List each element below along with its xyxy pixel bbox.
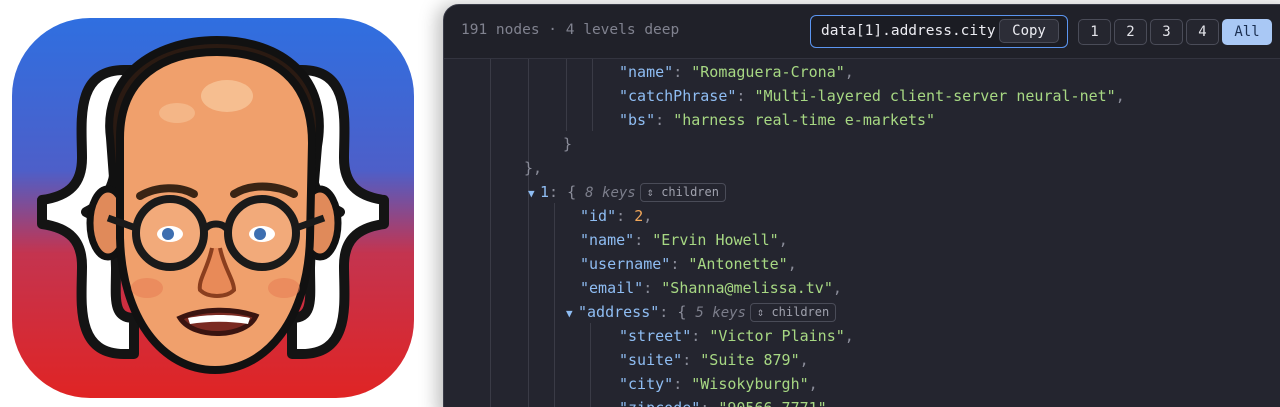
json-key: "id"	[580, 207, 617, 225]
tree-row[interactable]: "name": "Romaguera-Crona",	[619, 60, 854, 84]
json-key: "catchPhrase"	[619, 87, 737, 105]
json-tree: "name": "Romaguera-Crona", "catchPhrase"…	[444, 59, 1280, 407]
tree-row-close: }	[563, 135, 573, 153]
indent-guide	[566, 59, 567, 131]
tree-row[interactable]: "street": "Victor Plains",	[619, 324, 854, 348]
json-string: "harness real-time e-markets"	[673, 111, 936, 129]
children-toggle[interactable]: ⇕ children	[749, 303, 837, 322]
json-string: "90566-7771"	[718, 399, 826, 407]
json-key: "name"	[619, 63, 674, 81]
json-key: "street"	[619, 327, 692, 345]
updown-arrows-icon: ⇕	[646, 185, 662, 199]
tree-row-item-1[interactable]: ▼ 1: { 8 keys ⇕ children	[528, 180, 726, 204]
json-string: "Antonette"	[688, 255, 788, 273]
indent-guide	[490, 59, 491, 407]
tree-row[interactable]: "zipcode": "90566-7771",	[619, 396, 836, 407]
array-index: 1	[540, 183, 550, 201]
json-key: "zipcode"	[619, 399, 700, 407]
json-key: "username"	[580, 255, 671, 273]
indent-guide	[592, 59, 593, 131]
indent-guide	[554, 203, 555, 407]
path-text[interactable]: data[1].address.city	[821, 23, 996, 39]
children-label: children	[661, 185, 719, 199]
json-key: "suite"	[619, 351, 683, 369]
tree-row[interactable]: "id": 2,	[580, 204, 652, 228]
chevron-down-icon[interactable]: ▼	[528, 182, 540, 206]
tree-row-address[interactable]: ▼ "address": { 5 keys ⇕ children	[566, 300, 837, 326]
updown-arrows-icon: ⇕	[756, 305, 772, 319]
json-key: "email"	[580, 279, 644, 297]
level-4-button[interactable]: 4	[1186, 19, 1219, 45]
tree-row[interactable]: "name": "Ervin Howell",	[580, 228, 788, 252]
json-number: 2	[634, 207, 644, 225]
json-key: "bs"	[619, 111, 656, 129]
app-icon	[12, 18, 414, 398]
json-string: "Multi-layered client-server neural-net"	[754, 87, 1116, 105]
tree-row-close: },	[524, 159, 543, 177]
level-all-button[interactable]: All	[1222, 19, 1272, 45]
level-3-button[interactable]: 3	[1150, 19, 1183, 45]
json-string: "Ervin Howell"	[652, 231, 779, 249]
json-string: "Suite 879"	[700, 351, 800, 369]
json-viewer-window: 191 nodes · 4 levels deep data[1].addres…	[443, 4, 1280, 407]
indent-guide	[528, 59, 529, 407]
viewer-toolbar: 191 nodes · 4 levels deep data[1].addres…	[444, 5, 1280, 59]
json-key: "name"	[580, 231, 635, 249]
chevron-down-icon[interactable]: ▼	[566, 302, 578, 326]
curly-braces-face-icon	[37, 35, 389, 375]
tree-row[interactable]: "email": "Shanna@melissa.tv",	[580, 276, 842, 300]
copy-path-button[interactable]: Copy	[999, 19, 1059, 43]
children-toggle[interactable]: ⇕ children	[639, 183, 726, 202]
json-key: "city"	[619, 375, 674, 393]
json-string: "Wisokyburgh"	[691, 375, 809, 393]
children-label: children	[771, 305, 830, 319]
indent-guide	[590, 323, 591, 407]
tree-row[interactable]: "catchPhrase": "Multi-layered client-ser…	[619, 84, 1125, 108]
key-count: 8 keys	[585, 185, 636, 201]
tree-row[interactable]: "bs": "harness real-time e-markets"	[619, 108, 935, 132]
json-string: "Victor Plains"	[709, 327, 845, 345]
json-string: "Romaguera-Crona"	[691, 63, 845, 81]
tree-row[interactable]: "username": "Antonette",	[580, 252, 797, 276]
tree-row[interactable]: "suite": "Suite 879",	[619, 348, 809, 372]
tree-row-selected[interactable]: "city": "Wisokyburgh",	[619, 372, 818, 396]
key-count: 5 keys	[695, 305, 746, 321]
json-string: "Shanna@melissa.tv"	[661, 279, 833, 297]
tree-stats: 191 nodes · 4 levels deep	[461, 22, 680, 38]
level-1-button[interactable]: 1	[1078, 19, 1111, 45]
path-field[interactable]: data[1].address.city Copy	[810, 15, 1068, 48]
level-2-button[interactable]: 2	[1114, 19, 1147, 45]
json-key: "address"	[578, 303, 660, 321]
